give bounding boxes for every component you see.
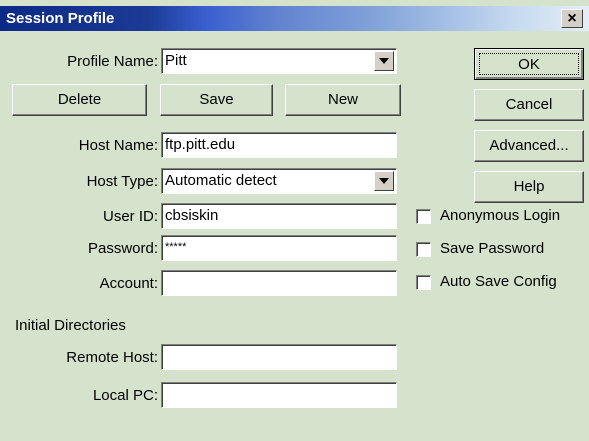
advanced-button-label: Advanced... bbox=[489, 137, 569, 154]
session-profile-dialog: Session Profile × Profile Name: Pitt Del… bbox=[0, 0, 589, 441]
host-type-dropdown-button[interactable] bbox=[374, 171, 394, 191]
window-title: Session Profile bbox=[6, 10, 115, 27]
password-value: ***** bbox=[165, 241, 187, 253]
host-type-combo[interactable]: Automatic detect bbox=[161, 168, 397, 194]
ok-focus-rect: OK bbox=[479, 53, 579, 75]
anonymous-login-checkbox[interactable] bbox=[416, 209, 431, 224]
help-button[interactable]: Help bbox=[474, 171, 584, 203]
host-name-value: ftp.pitt.edu bbox=[165, 136, 236, 153]
profile-name-label: Profile Name: bbox=[67, 53, 158, 70]
close-icon: × bbox=[567, 10, 577, 27]
ok-button-label: OK bbox=[518, 56, 540, 73]
close-button[interactable]: × bbox=[561, 9, 583, 28]
delete-button[interactable]: Delete bbox=[12, 84, 147, 116]
auto-save-config-checkbox[interactable] bbox=[416, 275, 431, 290]
remote-host-label: Remote Host: bbox=[66, 349, 158, 366]
local-pc-label: Local PC: bbox=[92, 387, 158, 404]
user-id-value: cbsiskin bbox=[165, 207, 219, 224]
password-label: Password: bbox=[87, 240, 158, 257]
delete-button-label: Delete bbox=[57, 91, 102, 108]
local-pc-field[interactable] bbox=[161, 382, 397, 408]
remote-host-field[interactable] bbox=[161, 344, 397, 370]
cancel-button[interactable]: Cancel bbox=[474, 89, 584, 121]
help-button-label: Help bbox=[513, 178, 545, 195]
host-type-value: Automatic detect bbox=[165, 172, 277, 189]
title-bar[interactable]: Session Profile × bbox=[0, 6, 589, 31]
save-button-label: Save bbox=[199, 91, 234, 108]
anonymous-login-label[interactable]: Anonymous Login bbox=[440, 207, 560, 224]
new-button-label: New bbox=[327, 91, 358, 108]
save-button[interactable]: Save bbox=[160, 84, 273, 116]
profile-name-dropdown-button[interactable] bbox=[374, 51, 394, 71]
save-password-checkbox[interactable] bbox=[416, 242, 431, 257]
host-name-label: Host Name: bbox=[78, 137, 158, 154]
password-field[interactable]: ***** bbox=[161, 235, 397, 261]
new-button[interactable]: New bbox=[285, 84, 401, 116]
host-name-field[interactable]: ftp.pitt.edu bbox=[161, 132, 397, 158]
user-id-field[interactable]: cbsiskin bbox=[161, 203, 397, 229]
initial-directories-heading: Initial Directories bbox=[15, 317, 126, 334]
account-field[interactable] bbox=[161, 270, 397, 296]
account-label: Account: bbox=[99, 275, 158, 292]
auto-save-config-label[interactable]: Auto Save Config bbox=[440, 273, 557, 290]
host-type-label: Host Type: bbox=[86, 173, 158, 190]
user-id-label: User ID: bbox=[102, 208, 158, 225]
advanced-button[interactable]: Advanced... bbox=[474, 130, 584, 162]
save-password-label[interactable]: Save Password bbox=[440, 240, 544, 257]
ok-button[interactable]: OK bbox=[474, 48, 584, 80]
profile-name-value: Pitt bbox=[165, 52, 187, 69]
profile-name-combo[interactable]: Pitt bbox=[161, 48, 397, 74]
cancel-button-label: Cancel bbox=[505, 96, 553, 113]
